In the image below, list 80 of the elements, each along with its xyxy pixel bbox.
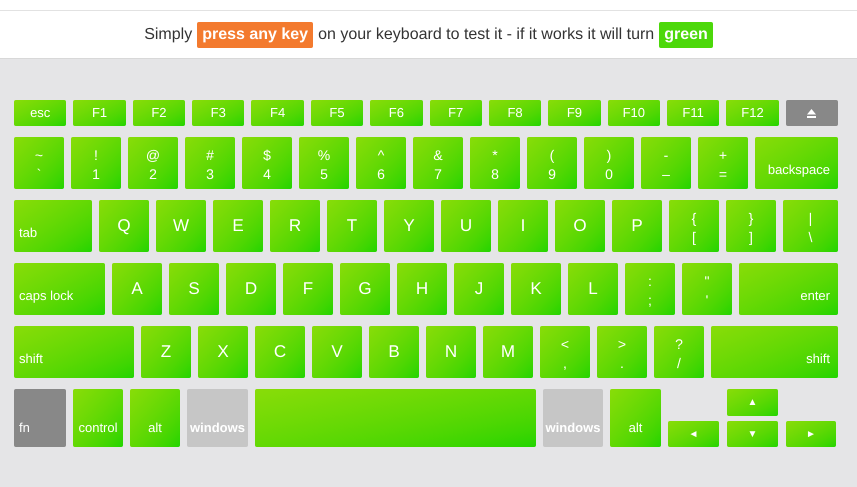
keyboard-key[interactable]: ^ 6: [356, 137, 406, 189]
highlighted-text: press any key: [197, 22, 314, 48]
keyboard-key[interactable]: * 8: [470, 137, 520, 189]
keyboard-key[interactable]: T: [327, 200, 377, 252]
keyboard-key[interactable]: F11: [666, 100, 720, 126]
keyboard-key[interactable]: F10: [608, 100, 660, 126]
keyboard-key[interactable]: F3: [192, 100, 244, 126]
keyboard-key[interactable]: : ;: [625, 263, 675, 315]
keyboard-key[interactable]: " ': [682, 263, 732, 315]
keyboard-key[interactable]: & 7: [413, 137, 463, 189]
keyboard-key[interactable]: A: [112, 263, 162, 315]
instruction-text: Simply: [144, 24, 192, 44]
keyboard-key[interactable]: Y: [384, 200, 434, 252]
keyboard-key[interactable]: H: [397, 263, 447, 315]
keyboard-key[interactable]: ! 1: [71, 137, 121, 189]
keyboard-key[interactable]: I: [498, 200, 548, 252]
keyboard-key[interactable]: tab: [14, 200, 92, 252]
keyboard-key[interactable]: F8: [488, 100, 542, 126]
keyboard-key[interactable]: F: [283, 263, 333, 315]
keyboard-key[interactable]: enter: [739, 263, 838, 315]
keyboard-key[interactable]: ~ `: [14, 137, 64, 189]
keyboard-key[interactable]: windows: [187, 389, 248, 447]
keyboard-key[interactable]: U: [441, 200, 491, 252]
keyboard-key[interactable]: Z: [141, 326, 191, 378]
keyboard-key[interactable]: X: [198, 326, 248, 378]
keyboard-key[interactable]: % 5: [299, 137, 349, 189]
keyboard-key[interactable]: F9: [548, 100, 601, 126]
eject-icon: [807, 108, 816, 118]
keyboard-key[interactable]: # 3: [185, 137, 235, 189]
keyboard-key[interactable]: alt: [130, 389, 180, 447]
keyboard-key[interactable]: L: [568, 263, 618, 315]
keyboard-key[interactable]: ( 9: [527, 137, 577, 189]
keyboard-key[interactable]: ) 0: [584, 137, 634, 189]
keyboard-key[interactable]: F12: [726, 100, 779, 126]
keyboard-key[interactable]: P: [612, 200, 662, 252]
keyboard-key[interactable]: alt: [610, 389, 661, 447]
instruction-text: on your keyboard to test it - if it works it will turn: [318, 24, 654, 44]
keyboard-key[interactable]: shift: [711, 326, 838, 378]
keyboard-key[interactable]: F7: [430, 100, 482, 126]
keyboard-key[interactable]: > .: [597, 326, 647, 378]
keyboard-key[interactable]: shift: [14, 326, 134, 378]
keyboard-key[interactable]: - –: [641, 137, 691, 189]
keyboard-key[interactable]: F2: [132, 100, 186, 126]
keyboard-key[interactable]: E: [213, 200, 263, 252]
arrow-key[interactable]: ►: [786, 421, 836, 447]
keyboard-key[interactable]: R: [270, 200, 320, 252]
keyboard-key[interactable]: J: [454, 263, 504, 315]
keyboard-key[interactable]: F4: [251, 100, 304, 126]
highlighted-text: green: [659, 22, 713, 48]
keyboard-key[interactable]: G: [340, 263, 390, 315]
keyboard-key[interactable]: V: [312, 326, 362, 378]
keyboard-key[interactable]: M: [483, 326, 533, 378]
keyboard-key[interactable]: + =: [698, 137, 748, 189]
keyboard-key[interactable]: C: [255, 326, 305, 378]
keyboard-key[interactable]: F1: [73, 100, 126, 126]
keyboard-key[interactable]: windows: [543, 389, 603, 447]
arrow-key[interactable]: ▼: [727, 421, 778, 447]
keyboard-key[interactable]: backspace: [755, 137, 838, 189]
keyboard-key[interactable]: F6: [370, 100, 423, 126]
keyboard-key[interactable]: } ]: [726, 200, 776, 252]
keyboard-key[interactable]: Q: [99, 200, 149, 252]
keyboard-key[interactable]: | \: [783, 200, 838, 252]
keyboard-key[interactable]: $ 4: [242, 137, 292, 189]
keyboard-key[interactable]: S: [169, 263, 219, 315]
keyboard-key[interactable]: O: [555, 200, 605, 252]
keyboard-key[interactable]: F5: [310, 100, 364, 126]
keyboard-key[interactable]: caps lock: [14, 263, 105, 315]
keyboard-key[interactable]: ? /: [654, 326, 704, 378]
keyboard-key[interactable]: < ,: [540, 326, 590, 378]
keyboard-key[interactable]: control: [73, 389, 123, 447]
keyboard-key[interactable]: W: [156, 200, 206, 252]
keyboard-key[interactable]: D: [226, 263, 276, 315]
keyboard-key[interactable]: { [: [669, 200, 719, 252]
keyboard-key[interactable]: esc: [14, 100, 66, 126]
keyboard-key[interactable]: N: [426, 326, 476, 378]
keyboard-key[interactable]: K: [511, 263, 561, 315]
arrow-key[interactable]: ▲: [727, 389, 778, 416]
arrow-key[interactable]: ◄: [668, 421, 719, 447]
keyboard-key[interactable]: @ 2: [128, 137, 178, 189]
keyboard-key[interactable]: B: [369, 326, 419, 378]
